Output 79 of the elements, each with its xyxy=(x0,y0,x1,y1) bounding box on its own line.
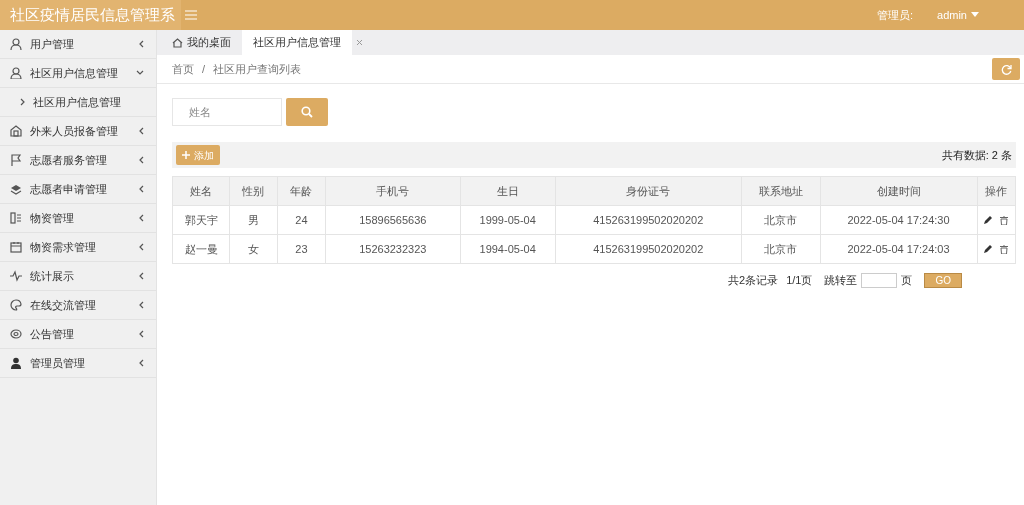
chevron-right-icon xyxy=(20,98,25,106)
edit-button[interactable] xyxy=(984,215,993,225)
sidebar-item[interactable]: 物资管理 xyxy=(0,204,156,233)
trash-icon xyxy=(1000,244,1009,254)
table-cell: 男 xyxy=(229,205,278,235)
plus-icon xyxy=(182,151,190,159)
table-cell: 15896565636 xyxy=(325,205,461,235)
page-number-field[interactable] xyxy=(861,272,898,288)
pencil-icon xyxy=(984,244,993,253)
flag-icon xyxy=(10,154,22,166)
table-cell: 2022-05-04 17:24:30 xyxy=(820,205,978,235)
search-field[interactable]: 姓名 xyxy=(172,98,282,126)
table-cell: 415263199502020202 xyxy=(555,234,742,264)
sidebar-item[interactable]: 外来人员报备管理 xyxy=(0,117,156,146)
pulse-icon xyxy=(10,270,22,282)
app-title: 社区疫情居民信息管理系 xyxy=(0,0,181,30)
column-header: 手机号 xyxy=(325,176,461,206)
column-header: 生日 xyxy=(460,176,556,206)
sidebar-subitem[interactable]: 社区用户信息管理 xyxy=(0,88,156,117)
calendar-icon xyxy=(10,241,22,253)
breadcrumb-link[interactable]: 首页 xyxy=(172,60,194,78)
column-header: 身份证号 xyxy=(555,176,742,206)
page-count: 1/1页 xyxy=(786,273,813,288)
menu-button[interactable] xyxy=(185,10,197,20)
table-cell: 女 xyxy=(229,234,278,264)
house-icon xyxy=(10,125,22,137)
column-header: 创建时间 xyxy=(820,176,978,206)
table-cell: 北京市 xyxy=(741,234,821,264)
column-header: 年龄 xyxy=(277,176,326,206)
close-icon xyxy=(356,39,363,46)
table-cell: 1994-05-04 xyxy=(460,234,556,264)
sidebar-item[interactable]: 物资需求管理 xyxy=(0,233,156,262)
sidebar-item[interactable]: 社区用户信息管理 xyxy=(0,59,156,88)
column-header: 姓名 xyxy=(172,176,230,206)
delete-button[interactable] xyxy=(1000,215,1009,225)
breadcrumb-separator: / xyxy=(202,61,206,77)
sidebar-item[interactable]: 志愿者申请管理 xyxy=(0,175,156,204)
refresh-icon xyxy=(1000,63,1012,75)
column-header: 性别 xyxy=(229,176,278,206)
table-cell: 23 xyxy=(277,234,326,264)
sidebar-item[interactable]: 管理员管理 xyxy=(0,349,156,378)
table-cell: 2022-05-04 17:24:03 xyxy=(820,234,978,264)
delete-button[interactable] xyxy=(1000,244,1009,254)
table-cell: 15263232323 xyxy=(325,234,461,264)
book-icon xyxy=(10,212,22,224)
refresh-button[interactable] xyxy=(992,58,1020,80)
column-header: 操作 xyxy=(977,176,1016,206)
table-cell: 赵一曼 xyxy=(172,234,230,264)
trash-icon xyxy=(1000,215,1009,225)
table-cell: 1999-05-04 xyxy=(460,205,556,235)
table-cell: 415263199502020202 xyxy=(555,205,742,235)
person-icon xyxy=(10,38,22,50)
sidebar-item[interactable]: 在线交流管理 xyxy=(0,291,156,320)
table-cell: 24 xyxy=(277,205,326,235)
sidebar-item[interactable]: 用户管理 xyxy=(0,30,156,59)
caret-icon xyxy=(971,12,979,18)
page-suffix: 页 xyxy=(901,273,913,288)
search-icon xyxy=(301,106,313,118)
user-icon xyxy=(10,357,22,369)
tab[interactable]: 社区用户信息管理 xyxy=(242,30,352,55)
sidebar-item[interactable]: 统计展示 xyxy=(0,262,156,291)
pencil-icon xyxy=(984,215,993,224)
user-label: 管理员: xyxy=(876,7,914,23)
home-icon xyxy=(172,37,183,48)
table-cell: 郭天宇 xyxy=(172,205,230,235)
table-cell: 北京市 xyxy=(741,205,821,235)
menu-icon xyxy=(185,10,197,20)
layers-icon xyxy=(10,183,22,195)
sidebar-item[interactable]: 志愿者服务管理 xyxy=(0,146,156,175)
record-count: 共有数据: 2 条 xyxy=(941,147,1012,163)
people-icon xyxy=(10,67,22,79)
column-header: 联系地址 xyxy=(741,176,821,206)
sidebar-item[interactable]: 公告管理 xyxy=(0,320,156,349)
search-button[interactable] xyxy=(286,98,328,126)
jump-label: 跳转至 xyxy=(824,273,858,288)
tab[interactable]: 我的桌面 xyxy=(161,30,242,55)
pagination-summary: 共2条记录 xyxy=(728,273,779,288)
edit-button[interactable] xyxy=(984,244,993,254)
breadcrumb-current: 社区用户查询列表 xyxy=(213,61,302,77)
